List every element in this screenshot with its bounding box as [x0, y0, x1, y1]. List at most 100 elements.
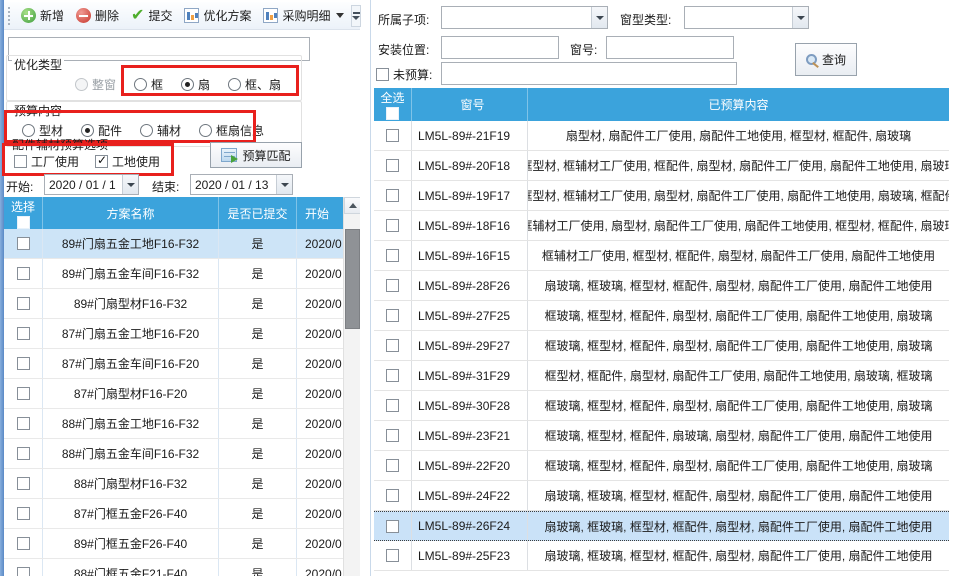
scrollbar-thumb[interactable] — [345, 229, 360, 329]
table-row[interactable]: LM5L-89#-22F20框玻璃, 框型材, 框配件, 扇型材, 扇配件工厂使… — [374, 451, 949, 481]
radio-frame[interactable]: 框 — [134, 76, 163, 93]
row-checkbox[interactable] — [386, 189, 399, 202]
radio-frame-sash-info[interactable]: 框扇信息 — [199, 122, 264, 139]
plan-start-cell: 2020/0 — [296, 259, 343, 288]
checkbox-factory-use[interactable]: 工厂使用 — [14, 153, 79, 170]
row-checkbox[interactable] — [386, 369, 399, 382]
end-date-picker[interactable]: 2020 / 01 / 13 — [190, 174, 293, 195]
table-row[interactable]: 89#门框五金F26-F40是2020/0 — [4, 529, 343, 559]
table-row[interactable]: 89#门扇型材F16-F32是2020/0 — [4, 289, 343, 319]
chevron-down-icon[interactable] — [792, 7, 808, 28]
budget-match-button[interactable]: 预算匹配 — [210, 142, 302, 168]
row-checkbox[interactable] — [386, 219, 399, 232]
plan-header-submitted[interactable]: 是否已提交 — [218, 197, 296, 229]
delete-button[interactable]: 删除 — [71, 5, 124, 26]
table-row[interactable]: LM5L-89#-19F17框型材, 框辅材工厂使用, 扇型材, 扇配件工厂使用… — [374, 181, 949, 211]
row-checkbox[interactable] — [17, 237, 30, 250]
table-row[interactable]: 87#门扇五金工地F16-F20是2020/0 — [4, 319, 343, 349]
table-row[interactable]: LM5L-89#-31F29框型材, 框配件, 扇型材, 扇配件工厂使用, 扇配… — [374, 361, 949, 391]
plan-table-scrollbar[interactable] — [343, 197, 360, 576]
budget-header-window-no[interactable]: 窗号 — [411, 88, 527, 121]
row-checkbox[interactable] — [386, 159, 399, 172]
optimize-plan-button[interactable]: 优化方案 — [179, 5, 256, 26]
table-row[interactable]: LM5L-89#-25F23扇玻璃, 框玻璃, 框型材, 框配件, 扇型材, 扇… — [374, 541, 949, 571]
window-no-input[interactable] — [606, 36, 734, 59]
row-checkbox[interactable] — [386, 129, 399, 142]
row-checkbox[interactable] — [386, 279, 399, 292]
row-checkbox[interactable] — [386, 429, 399, 442]
table-row[interactable]: LM5L-89#-21F19扇型材, 扇配件工厂使用, 扇配件工地使用, 框型材… — [374, 121, 949, 151]
row-checkbox[interactable] — [17, 477, 30, 490]
table-row[interactable]: LM5L-89#-23F21框玻璃, 框型材, 框配件, 扇玻璃, 扇型材, 扇… — [374, 421, 949, 451]
row-checkbox[interactable] — [386, 520, 399, 533]
row-checkbox[interactable] — [17, 297, 30, 310]
table-row[interactable]: LM5L-89#-18F16框辅材工厂使用, 扇型材, 扇配件工厂使用, 扇配件… — [374, 211, 949, 241]
add-button[interactable]: 新增 — [16, 5, 69, 26]
budget-content-cell: 扇玻璃, 框玻璃, 框型材, 框配件, 扇型材, 扇配件工厂使用, 扇配件工地使… — [527, 512, 949, 540]
checkbox-site-use[interactable]: 工地使用 — [95, 153, 160, 170]
radio-frame-sash[interactable]: 框、扇 — [228, 76, 281, 93]
window-type-select[interactable] — [684, 6, 809, 29]
table-row[interactable]: 88#门扇五金工地F16-F32是2020/0 — [4, 409, 343, 439]
row-checkbox[interactable] — [17, 357, 30, 370]
row-checkbox[interactable] — [386, 549, 399, 562]
submit-button[interactable]: ✔ 提交 — [126, 5, 177, 26]
row-checkbox[interactable] — [386, 309, 399, 322]
select-all-checkbox[interactable] — [17, 216, 30, 229]
row-checkbox[interactable] — [386, 249, 399, 262]
install-pos-input[interactable] — [441, 36, 559, 59]
budget-header-content[interactable]: 已预算内容 — [527, 88, 949, 121]
radio-sash[interactable]: 扇 — [181, 76, 210, 93]
sub-item-select[interactable] — [441, 6, 608, 29]
chevron-down-icon[interactable] — [122, 175, 138, 194]
start-date-picker[interactable]: 2020 / 01 / 1 — [44, 174, 139, 195]
table-row[interactable]: 87#门框五金F26-F40是2020/0 — [4, 499, 343, 529]
table-row[interactable]: LM5L-89#-16F15框辅材工厂使用, 框型材, 框配件, 扇型材, 扇配… — [374, 241, 949, 271]
table-row[interactable]: LM5L-89#-24F22扇玻璃, 框玻璃, 框型材, 框配件, 扇型材, 扇… — [374, 481, 949, 511]
chevron-down-icon[interactable] — [591, 7, 607, 28]
chevron-down-icon[interactable] — [276, 175, 292, 194]
table-row[interactable]: LM5L-89#-29F27框玻璃, 框型材, 框配件, 扇型材, 扇配件工厂使… — [374, 331, 949, 361]
table-row[interactable]: LM5L-89#-28F26扇玻璃, 框玻璃, 框型材, 框配件, 扇型材, 扇… — [374, 271, 949, 301]
row-checkbox[interactable] — [17, 267, 30, 280]
table-row[interactable]: LM5L-89#-27F25框玻璃, 框型材, 框配件, 扇型材, 扇配件工厂使… — [374, 301, 949, 331]
no-budget-input[interactable] — [441, 62, 737, 85]
table-row[interactable]: LM5L-89#-20F18框型材, 框辅材工厂使用, 框配件, 扇型材, 扇配… — [374, 151, 949, 181]
table-row[interactable]: LM5L-89#-26F24扇玻璃, 框玻璃, 框型材, 框配件, 扇型材, 扇… — [374, 511, 949, 541]
plan-submitted-cell: 是 — [218, 349, 296, 378]
row-checkbox[interactable] — [17, 447, 30, 460]
row-checkbox[interactable] — [17, 537, 30, 550]
plan-header-name[interactable]: 方案名称 — [42, 197, 218, 229]
row-checkbox[interactable] — [17, 567, 30, 576]
plan-submitted-cell: 是 — [218, 529, 296, 558]
table-row[interactable]: 87#门扇型材F16-F20是2020/0 — [4, 379, 343, 409]
scroll-up-button[interactable] — [344, 197, 360, 214]
row-checkbox[interactable] — [386, 459, 399, 472]
radio-whole-window[interactable]: 整窗 — [75, 76, 116, 93]
toolbar-overflow-button[interactable] — [351, 5, 361, 27]
row-checkbox[interactable] — [386, 399, 399, 412]
select-all-checkbox[interactable] — [386, 107, 399, 120]
row-checkbox[interactable] — [17, 387, 30, 400]
table-row[interactable]: 88#门扇五金车间F16-F32是2020/0 — [4, 439, 343, 469]
row-checkbox[interactable] — [386, 489, 399, 502]
row-checkbox[interactable] — [386, 339, 399, 352]
row-checkbox[interactable] — [17, 327, 30, 340]
table-row[interactable]: 89#门扇五金工地F16-F32是2020/0 — [4, 229, 343, 259]
purchase-detail-button[interactable]: 采购明细 — [258, 5, 349, 26]
table-row[interactable]: 89#门扇五金车间F16-F32是2020/0 — [4, 259, 343, 289]
budget-row-select-cell — [374, 181, 411, 210]
plan-header-start[interactable]: 开始 — [296, 197, 343, 229]
plan-submitted-cell: 是 — [218, 469, 296, 498]
row-checkbox[interactable] — [17, 417, 30, 430]
table-row[interactable]: 88#门扇型材F16-F32是2020/0 — [4, 469, 343, 499]
chevron-down-icon — [336, 13, 344, 18]
toolbar-grip[interactable] — [8, 7, 10, 25]
table-row[interactable]: 88#门框五金F21-F40是2020/0 — [4, 559, 343, 576]
query-button[interactable]: 查询 — [795, 43, 857, 76]
table-row[interactable]: LM5L-89#-30F28框玻璃, 框型材, 框配件, 扇型材, 扇配件工厂使… — [374, 391, 949, 421]
table-row[interactable]: 87#门扇五金车间F16-F20是2020/0 — [4, 349, 343, 379]
radio-aux-material[interactable]: 辅材 — [140, 122, 181, 139]
row-checkbox[interactable] — [17, 507, 30, 520]
no-budget-checkbox[interactable]: 未预算: — [376, 66, 432, 83]
